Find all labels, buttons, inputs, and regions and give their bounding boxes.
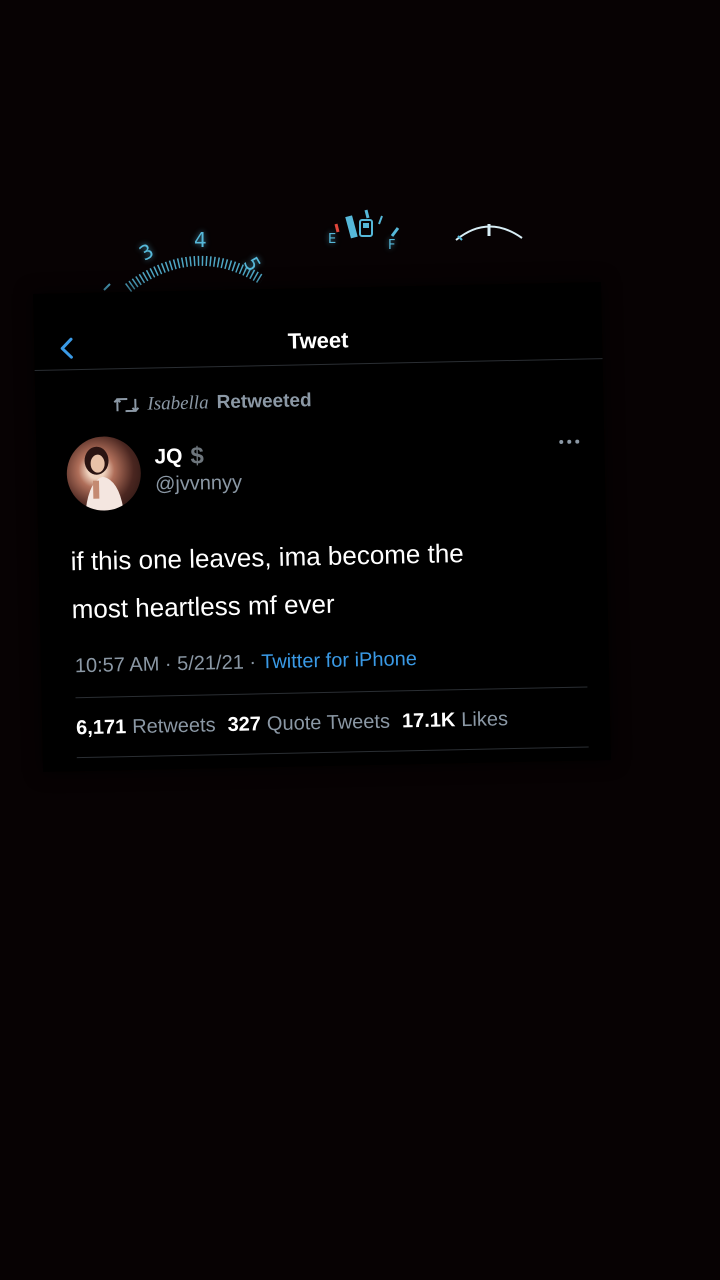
retweeted-label: Retweeted bbox=[216, 390, 312, 414]
likes-label: Likes bbox=[461, 708, 509, 732]
divider-top bbox=[75, 686, 588, 699]
quote-tweets-count: 327 bbox=[227, 713, 262, 737]
more-icon bbox=[559, 439, 580, 444]
tweet-time: 10:57 AM · 5/21/21 · bbox=[74, 651, 262, 678]
quote-tweets-label: Quote Tweets bbox=[266, 710, 391, 736]
tweet-text-line-2: most heartless mf ever bbox=[71, 588, 335, 625]
retweets-stat[interactable]: 6,171 Retweets bbox=[76, 714, 216, 740]
fuel-full-label: F bbox=[388, 238, 396, 253]
tweet-source-link[interactable]: Twitter for iPhone bbox=[261, 648, 417, 673]
dollar-badge: $ bbox=[190, 442, 205, 470]
quote-tweets-stat[interactable]: 327 Quote Tweets bbox=[227, 711, 390, 737]
screen: 3 4 5 E F Tweet Isabella Retweeted JQ $ … bbox=[0, 0, 720, 1280]
retweets-label: Retweets bbox=[131, 714, 216, 739]
user-handle[interactable]: @jvvnnyy bbox=[155, 472, 242, 497]
avatar[interactable] bbox=[66, 435, 142, 512]
retweet-icon bbox=[113, 398, 140, 413]
likes-stat[interactable]: 17.1K Likes bbox=[402, 708, 509, 733]
tweet-card: Tweet Isabella Retweeted JQ $ @jvvnnyy i… bbox=[33, 282, 611, 772]
speed-number-4: 4 bbox=[194, 228, 207, 252]
more-options-button[interactable] bbox=[558, 429, 580, 452]
top-navigation-bar: Tweet bbox=[33, 282, 603, 371]
display-name[interactable]: JQ $ bbox=[154, 442, 204, 471]
tweet-timestamp: 10:57 AM · 5/21/21 · Twitter for iPhone bbox=[75, 648, 417, 678]
display-name-text: JQ bbox=[154, 444, 183, 469]
tweet-stats: 6,171 Retweets 327 Quote Tweets 17.1K Li… bbox=[76, 708, 508, 740]
car-dashboard: 3 4 5 E F bbox=[0, 180, 720, 300]
avatar-photo bbox=[84, 446, 124, 511]
tweet-text: if this one leaves, ima become the most … bbox=[70, 527, 572, 633]
page-title: Tweet bbox=[287, 327, 349, 354]
retweeted-by-row[interactable]: Isabella Retweeted bbox=[113, 388, 312, 418]
divider-bottom bbox=[76, 746, 589, 759]
likes-count: 17.1K bbox=[401, 709, 456, 733]
retweeter-name: Isabella bbox=[147, 392, 209, 415]
retweets-count: 6,171 bbox=[75, 716, 127, 740]
fuel-empty-label: E bbox=[328, 232, 337, 247]
speedometer-arc bbox=[103, 209, 523, 293]
